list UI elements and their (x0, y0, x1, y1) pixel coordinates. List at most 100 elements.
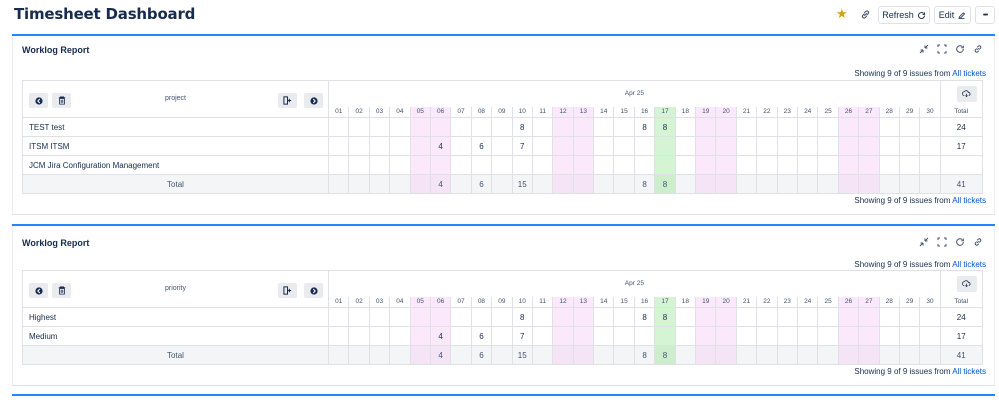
worklog-cell (491, 155, 513, 175)
worklog-cell (878, 117, 900, 137)
worklog-cell (327, 326, 350, 346)
worklog-cell (633, 155, 656, 175)
worklog-cell (756, 136, 778, 156)
worklog-cell (919, 326, 941, 346)
worklog-cell (695, 326, 717, 346)
worklog-report-gadget: Worklog Report Showing 9 of 9 issues fro… (12, 34, 995, 215)
grand-total: 41 (939, 345, 983, 365)
worklog-cell: 4 (429, 326, 452, 346)
worklog-cell (898, 307, 921, 327)
worklog-cell (593, 326, 615, 346)
worklog-cell (674, 136, 697, 156)
refresh-label: Refresh (882, 10, 914, 20)
all-tickets-link[interactable]: All tickets (952, 367, 986, 376)
worklog-cell (919, 307, 941, 327)
worklog-cell (898, 136, 921, 156)
refresh-button[interactable]: Refresh (878, 6, 930, 24)
total-cell: 15 (511, 345, 533, 365)
total-column-header: Total (939, 296, 983, 308)
total-row-label: Total (22, 345, 329, 365)
add-column-button[interactable] (278, 283, 297, 298)
minimize-icon[interactable] (918, 236, 929, 247)
worklog-cell: 4 (429, 136, 452, 156)
worklog-cell (796, 136, 819, 156)
worklog-cell (898, 155, 921, 175)
day-header-04: 04 (389, 106, 411, 118)
total-cell (715, 345, 737, 365)
total-cell (735, 345, 758, 365)
worklog-report-gadget: Worklog Report Showing 9 of 9 issues fro… (12, 224, 995, 386)
total-cell: 4 (429, 345, 452, 365)
worklog-cell (858, 136, 880, 156)
total-cell (695, 174, 717, 194)
next-button[interactable] (304, 93, 323, 108)
worklog-cell (368, 136, 391, 156)
worklog-cell (796, 326, 819, 346)
add-column-button[interactable] (278, 93, 297, 108)
worklog-cell (674, 117, 697, 137)
day-header-27: 27 (858, 106, 880, 118)
worklog-cell (368, 117, 391, 137)
all-tickets-link[interactable]: All tickets (952, 69, 986, 78)
total-cell (796, 174, 819, 194)
worklog-cell (613, 136, 635, 156)
worklog-cell (715, 326, 737, 346)
month-header: Apr 25 (328, 270, 941, 297)
total-row-label: Total (22, 174, 329, 194)
download-button[interactable] (956, 86, 977, 102)
day-header-15: 15 (613, 106, 635, 118)
download-button[interactable] (956, 276, 977, 292)
day-header-24: 24 (796, 106, 819, 118)
worklog-cell (695, 136, 717, 156)
refresh-icon[interactable] (954, 43, 965, 54)
worklog-cell (368, 307, 391, 327)
day-header-22: 22 (756, 106, 778, 118)
total-cell: 4 (429, 174, 452, 194)
link-icon[interactable] (972, 236, 983, 247)
grand-total: 41 (939, 174, 983, 194)
maximize-icon[interactable] (936, 236, 947, 247)
all-tickets-link[interactable]: All tickets (952, 196, 986, 205)
day-header-11: 11 (531, 296, 554, 308)
more-button[interactable]: ••• (975, 6, 995, 24)
table-row: Highest 8 8 8 24 (22, 307, 983, 327)
gadget-title: Worklog Report (22, 238, 90, 248)
minimize-icon[interactable] (918, 43, 929, 54)
worklog-cell (348, 326, 370, 346)
day-header-30: 30 (919, 296, 941, 308)
worklog-cell (327, 136, 350, 156)
worklog-cell (409, 117, 431, 137)
star-icon[interactable]: ★ (836, 7, 848, 21)
edit-button[interactable]: Edit (934, 6, 971, 24)
maximize-icon[interactable] (936, 43, 947, 54)
worklog-table: priority Apr 25 01 02 03 04 05 06 07 08 09 10 11 12… (22, 270, 983, 365)
worklog-cell (898, 117, 921, 137)
worklog-cell (837, 326, 860, 346)
link-icon[interactable] (972, 43, 983, 54)
row-label: JCM Jira Configuration Management (22, 155, 329, 175)
worklog-cell (756, 307, 778, 327)
all-tickets-link[interactable]: All tickets (952, 260, 986, 269)
refresh-icon[interactable] (954, 236, 965, 247)
worklog-cell (450, 136, 472, 156)
worklog-cell (735, 307, 758, 327)
worklog-cell (858, 326, 880, 346)
worklog-cell (429, 307, 452, 327)
next-button[interactable] (304, 283, 323, 298)
worklog-cell (368, 326, 391, 346)
total-cell (796, 345, 819, 365)
edit-icon (958, 11, 966, 19)
table-row: JCM Jira Configuration Management (22, 155, 983, 175)
total-cell (572, 174, 595, 194)
row-label: TEST test (22, 117, 329, 137)
day-header-21: 21 (735, 296, 758, 308)
worklog-cell: 6 (470, 326, 493, 346)
worklog-cell (470, 155, 493, 175)
worklog-cell (817, 117, 839, 137)
worklog-cell (389, 155, 411, 175)
worklog-cell (817, 155, 839, 175)
worklog-cell (613, 326, 635, 346)
total-column-header: Total (939, 106, 983, 118)
worklog-cell (776, 117, 798, 137)
link-icon[interactable] (859, 7, 871, 21)
